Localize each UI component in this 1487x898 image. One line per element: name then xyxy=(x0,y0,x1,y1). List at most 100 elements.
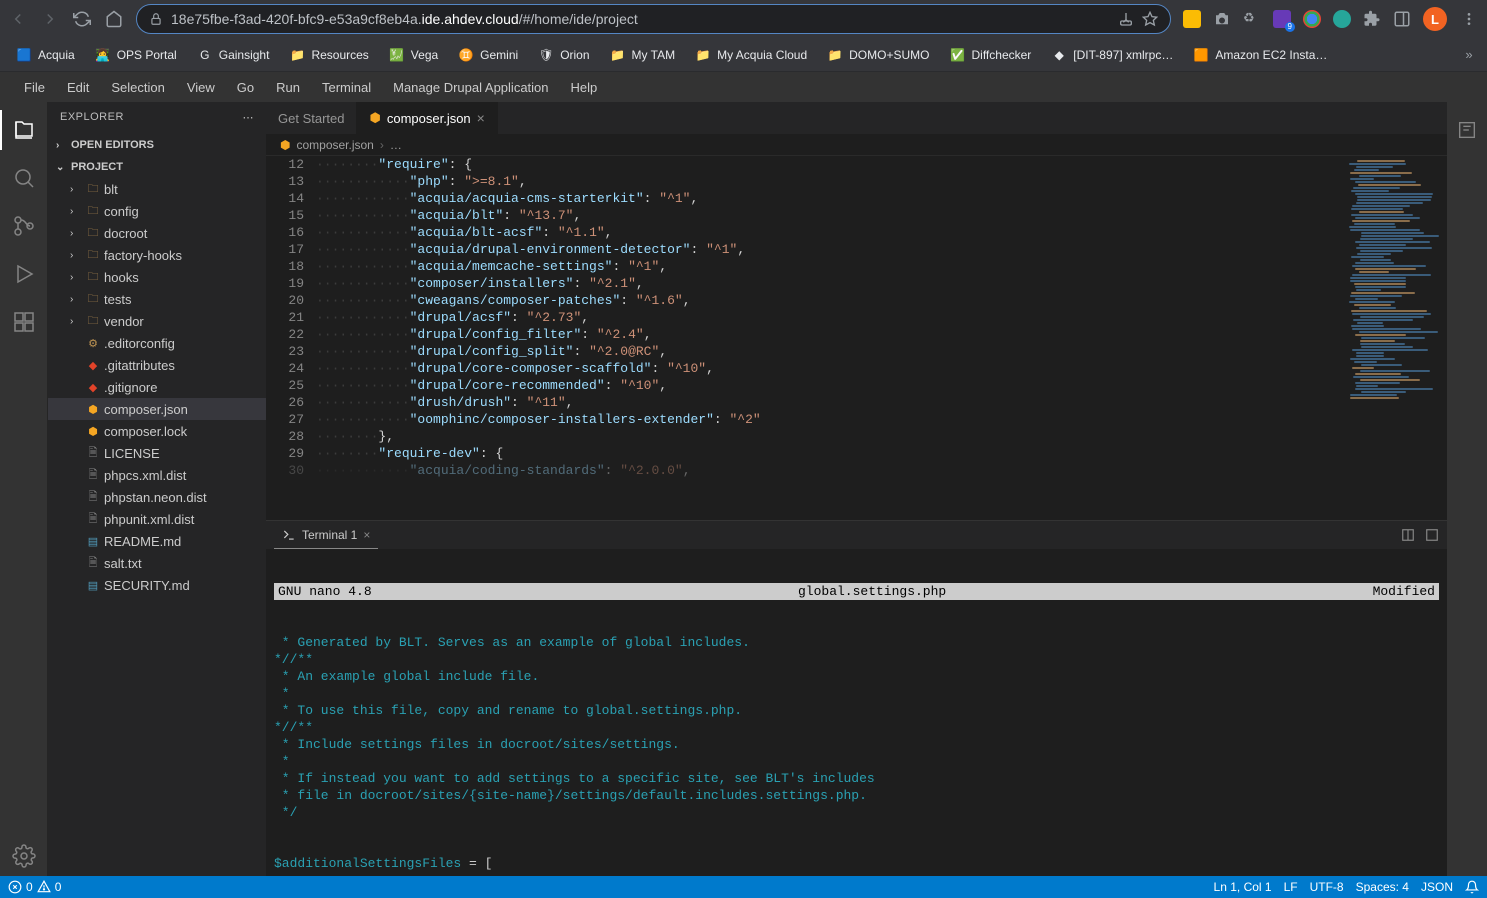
activity-bar xyxy=(0,102,48,876)
file-item[interactable]: ◆.gitignore xyxy=(48,376,266,398)
bookmarks-bar: 🟦Acquia👩‍💻OPS PortalGGainsight📁Resources… xyxy=(0,38,1487,72)
browser-toolbar: 18e75fbe-f3ad-420f-bfc9-e53a9cf8eb4a.ide… xyxy=(0,0,1487,38)
status-bar: 0 0 Ln 1, Col 1 LF UTF-8 Spaces: 4 JSON xyxy=(0,876,1487,898)
file-item[interactable]: 🗎phpunit.xml.dist xyxy=(48,508,266,530)
file-item[interactable]: 🗎LICENSE xyxy=(48,442,266,464)
menu-item[interactable]: Terminal xyxy=(312,76,381,99)
menu-item[interactable]: Go xyxy=(227,76,264,99)
project-header[interactable]: ⌄PROJECT xyxy=(48,156,266,178)
forward-button[interactable] xyxy=(40,9,60,29)
bookmark-item[interactable]: 🛡Orion xyxy=(530,43,597,67)
folder-item[interactable]: ›🗀hooks xyxy=(48,266,266,288)
status-spaces[interactable]: Spaces: 4 xyxy=(1356,880,1409,894)
ide-body: EXPLORER ⋯ ›OPEN EDITORS ⌄PROJECT ›🗀blt›… xyxy=(0,102,1487,876)
menu-item[interactable]: File xyxy=(14,76,55,99)
file-item[interactable]: ▤SECURITY.md xyxy=(48,574,266,596)
bookmark-item[interactable]: 📁My TAM xyxy=(602,43,684,67)
code-editor[interactable]: 12131415161718192021222324252627282930 ·… xyxy=(266,156,1447,520)
close-icon[interactable]: × xyxy=(477,110,485,126)
folder-item[interactable]: ›🗀vendor xyxy=(48,310,266,332)
bookmark-item[interactable]: 🟧Amazon EC2 Insta… xyxy=(1185,43,1335,67)
bookmark-item[interactable]: ◆[DIT-897] xmlrpc… xyxy=(1043,43,1181,67)
split-panel-icon[interactable] xyxy=(1401,528,1415,542)
file-item[interactable]: 🗎phpstan.neon.dist xyxy=(48,486,266,508)
bookmark-item[interactable]: 🟦Acquia xyxy=(8,43,83,67)
url-text: 18e75fbe-f3ad-420f-bfc9-e53a9cf8eb4a.ide… xyxy=(171,11,1110,27)
panel-tabs: Terminal 1 × xyxy=(266,521,1447,549)
scm-view-button[interactable] xyxy=(0,206,48,246)
json-file-icon: ⬢ xyxy=(280,138,290,152)
bookmark-item[interactable]: GGainsight xyxy=(189,43,278,67)
ext-icon-1[interactable] xyxy=(1183,10,1201,28)
ext-icon-4[interactable] xyxy=(1333,10,1351,28)
file-item[interactable]: ◆.gitattributes xyxy=(48,354,266,376)
breadcrumb[interactable]: ⬢ composer.json › … xyxy=(266,134,1447,156)
settings-gear-button[interactable] xyxy=(0,836,48,876)
file-item[interactable]: ⬢composer.lock xyxy=(48,420,266,442)
status-encoding[interactable]: UTF-8 xyxy=(1310,880,1344,894)
extensions-view-button[interactable] xyxy=(0,302,48,342)
menu-item[interactable]: Manage Drupal Application xyxy=(383,76,558,99)
home-button[interactable] xyxy=(104,9,124,29)
maximize-panel-icon[interactable] xyxy=(1425,528,1439,542)
tab-get-started[interactable]: Get Started xyxy=(266,102,357,134)
explorer-view-button[interactable] xyxy=(0,110,48,150)
extension-icons: ♻ 9 L xyxy=(1183,7,1479,31)
status-position[interactable]: Ln 1, Col 1 xyxy=(1214,880,1272,894)
bookmarks-overflow[interactable]: » xyxy=(1459,45,1479,65)
bookmark-item[interactable]: 📁DOMO+SUMO xyxy=(819,43,937,67)
ext-icon-2[interactable]: 9 xyxy=(1273,10,1291,28)
menu-item[interactable]: Run xyxy=(266,76,310,99)
bookmark-item[interactable]: ✅Diffchecker xyxy=(941,43,1039,67)
file-item[interactable]: ⚙.editorconfig xyxy=(48,332,266,354)
folder-item[interactable]: ›🗀blt xyxy=(48,178,266,200)
file-item[interactable]: 🗎salt.txt xyxy=(48,552,266,574)
folder-item[interactable]: ›🗀docroot xyxy=(48,222,266,244)
status-errors[interactable]: 0 0 xyxy=(8,880,61,894)
minimap[interactable] xyxy=(1337,156,1447,520)
menu-item[interactable]: Help xyxy=(561,76,608,99)
back-button[interactable] xyxy=(8,9,28,29)
close-icon[interactable]: × xyxy=(363,528,370,542)
profile-avatar[interactable]: L xyxy=(1423,7,1447,31)
menu-item[interactable]: Selection xyxy=(101,76,174,99)
status-bell-icon[interactable] xyxy=(1465,880,1479,894)
folder-item[interactable]: ›🗀factory-hooks xyxy=(48,244,266,266)
file-item[interactable]: ⬢composer.json xyxy=(48,398,266,420)
terminal-content[interactable]: GNU nano 4.8 global.settings.php Modifie… xyxy=(266,549,1447,876)
ext-icon-3[interactable] xyxy=(1303,10,1321,28)
bookmark-item[interactable]: 💹Vega xyxy=(381,43,446,67)
camera-icon[interactable] xyxy=(1213,10,1231,28)
puzzle-icon[interactable] xyxy=(1363,10,1381,28)
folder-item[interactable]: ›🗀config xyxy=(48,200,266,222)
star-icon[interactable] xyxy=(1142,11,1158,27)
explorer-sidebar: EXPLORER ⋯ ›OPEN EDITORS ⌄PROJECT ›🗀blt›… xyxy=(48,102,266,876)
outline-view-button[interactable] xyxy=(1443,110,1487,150)
search-view-button[interactable] xyxy=(0,158,48,198)
terminal-tab[interactable]: Terminal 1 × xyxy=(274,521,378,549)
share-icon[interactable] xyxy=(1118,11,1134,27)
bookmark-item[interactable]: 👩‍💻OPS Portal xyxy=(87,43,185,67)
menu-bar: FileEditSelectionViewGoRunTerminalManage… xyxy=(0,72,1487,102)
browser-menu-icon[interactable] xyxy=(1459,9,1479,29)
menu-item[interactable]: View xyxy=(177,76,225,99)
status-eol[interactable]: LF xyxy=(1284,880,1298,894)
bookmark-item[interactable]: ♊Gemini xyxy=(450,43,526,67)
status-language[interactable]: JSON xyxy=(1421,880,1453,894)
file-item[interactable]: 🗎phpcs.xml.dist xyxy=(48,464,266,486)
panel-icon[interactable] xyxy=(1393,10,1411,28)
open-editors-header[interactable]: ›OPEN EDITORS xyxy=(48,134,266,156)
bookmark-item[interactable]: 📁Resources xyxy=(281,43,376,67)
folder-item[interactable]: ›🗀tests xyxy=(48,288,266,310)
menu-item[interactable]: Edit xyxy=(57,76,99,99)
debug-view-button[interactable] xyxy=(0,254,48,294)
address-bar[interactable]: 18e75fbe-f3ad-420f-bfc9-e53a9cf8eb4a.ide… xyxy=(136,4,1171,34)
tab-composer-json[interactable]: ⬢ composer.json × xyxy=(357,102,497,134)
bookmark-item[interactable]: 📁My Acquia Cloud xyxy=(687,43,815,67)
reload-button[interactable] xyxy=(72,9,92,29)
terminal-panel: Terminal 1 × GNU nano 4.8 global.setting… xyxy=(266,520,1447,876)
file-item[interactable]: ▤README.md xyxy=(48,530,266,552)
editor-area: Get Started ⬢ composer.json × ⬢ composer… xyxy=(266,102,1447,876)
recycle-icon[interactable]: ♻ xyxy=(1243,10,1261,28)
sidebar-more-icon[interactable]: ⋯ xyxy=(243,111,255,124)
